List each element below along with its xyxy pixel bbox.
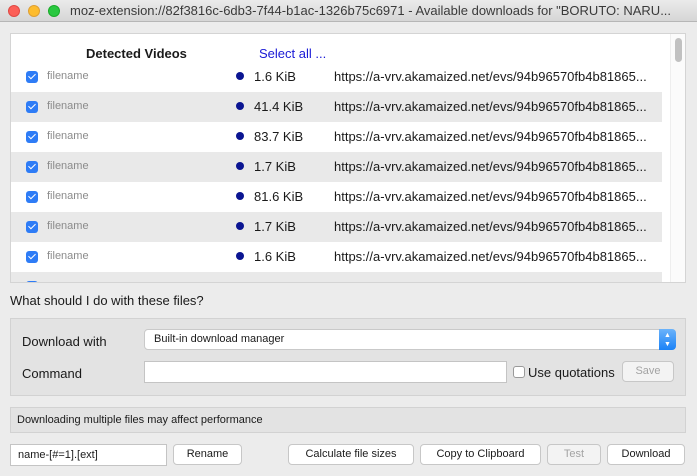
rename-button[interactable]: Rename xyxy=(173,444,242,465)
scrollbar-thumb[interactable] xyxy=(675,38,682,62)
title-bar: moz-extension://82f3816c-6db3-7f44-b1ac-… xyxy=(0,0,697,22)
filename-label: filename xyxy=(47,190,89,202)
row-checkbox[interactable] xyxy=(26,131,38,143)
row-checkbox[interactable] xyxy=(26,251,38,263)
status-dot-icon xyxy=(236,132,244,140)
list-item-partial[interactable] xyxy=(11,272,662,282)
warning-text: Downloading multiple files may affect pe… xyxy=(17,414,263,426)
detected-videos-heading: Detected Videos xyxy=(86,46,187,61)
download-manager-value: Built-in download manager xyxy=(154,333,285,345)
copy-to-clipboard-button[interactable]: Copy to Clipboard xyxy=(420,444,541,465)
filename-label: filename xyxy=(47,130,89,142)
download-manager-select[interactable]: Built-in download manager ▲ ▼ xyxy=(144,329,676,350)
file-size: 1.7 KiB xyxy=(254,219,296,234)
row-checkbox[interactable] xyxy=(26,71,38,83)
file-url: https://a-vrv.akamaized.net/evs/94b96570… xyxy=(334,189,647,204)
file-url: https://a-vrv.akamaized.net/evs/94b96570… xyxy=(334,129,647,144)
status-dot-icon xyxy=(236,252,244,260)
status-dot-icon xyxy=(236,222,244,230)
list-item[interactable]: filename 83.7 KiB https://a-vrv.akamaize… xyxy=(11,122,662,152)
download-button[interactable]: Download xyxy=(607,444,685,465)
status-dot-icon xyxy=(236,162,244,170)
row-checkbox[interactable] xyxy=(26,281,38,282)
row-checkbox[interactable] xyxy=(26,221,38,233)
list-header: Detected Videos Select all ... xyxy=(11,34,685,62)
detected-videos-list: Detected Videos Select all ... filename … xyxy=(10,33,686,283)
test-button[interactable]: Test xyxy=(547,444,601,465)
status-dot-icon xyxy=(236,72,244,80)
filename-label: filename xyxy=(47,160,89,172)
select-all-link[interactable]: Select all ... xyxy=(259,46,326,61)
file-url: https://a-vrv.akamaized.net/evs/94b96570… xyxy=(334,219,647,234)
use-quotations-checkbox[interactable] xyxy=(513,366,525,378)
list-item[interactable]: filename 81.6 KiB https://a-vrv.akamaize… xyxy=(11,182,662,212)
file-size: 81.6 KiB xyxy=(254,189,304,204)
list-scrollbar[interactable] xyxy=(670,34,685,282)
list-item[interactable]: filename 1.7 KiB https://a-vrv.akamaized… xyxy=(11,212,662,242)
download-with-label: Download with xyxy=(22,334,107,349)
status-dot-icon xyxy=(236,102,244,110)
use-quotations-label[interactable]: Use quotations xyxy=(528,365,615,380)
filename-label: filename xyxy=(47,220,89,232)
calculate-file-sizes-button[interactable]: Calculate file sizes xyxy=(288,444,414,465)
status-dot-icon xyxy=(236,192,244,200)
command-label: Command xyxy=(22,366,82,381)
file-size: 83.7 KiB xyxy=(254,129,304,144)
file-url: https://a-vrv.akamaized.net/evs/94b96570… xyxy=(334,99,647,114)
file-size: 1.6 KiB xyxy=(254,249,296,264)
list-item[interactable]: filename 1.6 KiB https://a-vrv.akamaized… xyxy=(11,62,662,92)
action-question: What should I do with these files? xyxy=(10,293,204,308)
download-options-panel: Download with Built-in download manager … xyxy=(10,318,686,396)
file-size: 1.6 KiB xyxy=(254,69,296,84)
list-item[interactable]: filename 1.6 KiB https://a-vrv.akamaized… xyxy=(11,242,662,272)
close-window-button[interactable] xyxy=(8,5,20,17)
file-url: https://a-vrv.akamaized.net/evs/94b96570… xyxy=(334,69,647,84)
command-input[interactable] xyxy=(144,361,507,383)
rename-pattern-input[interactable]: name-[#=1].[ext] xyxy=(10,444,167,466)
list-item[interactable]: filename 41.4 KiB https://a-vrv.akamaize… xyxy=(11,92,662,122)
save-button[interactable]: Save xyxy=(622,361,674,382)
performance-warning: Downloading multiple files may affect pe… xyxy=(10,407,686,433)
filename-label: filename xyxy=(47,70,89,82)
updown-chevron-icon[interactable]: ▲ ▼ xyxy=(659,329,676,350)
window-title: moz-extension://82f3816c-6db3-7f44-b1ac-… xyxy=(70,3,672,18)
minimize-window-button[interactable] xyxy=(28,5,40,17)
file-size: 1.7 KiB xyxy=(254,159,296,174)
row-checkbox[interactable] xyxy=(26,161,38,173)
file-url: https://a-vrv.akamaized.net/evs/94b96570… xyxy=(334,159,647,174)
file-url: https://a-vrv.akamaized.net/evs/94b96570… xyxy=(334,249,647,264)
list-item[interactable]: filename 1.7 KiB https://a-vrv.akamaized… xyxy=(11,152,662,182)
filename-label: filename xyxy=(47,250,89,262)
row-checkbox[interactable] xyxy=(26,101,38,113)
row-checkbox[interactable] xyxy=(26,191,38,203)
file-size: 41.4 KiB xyxy=(254,99,304,114)
filename-label: filename xyxy=(47,100,89,112)
maximize-window-button[interactable] xyxy=(48,5,60,17)
